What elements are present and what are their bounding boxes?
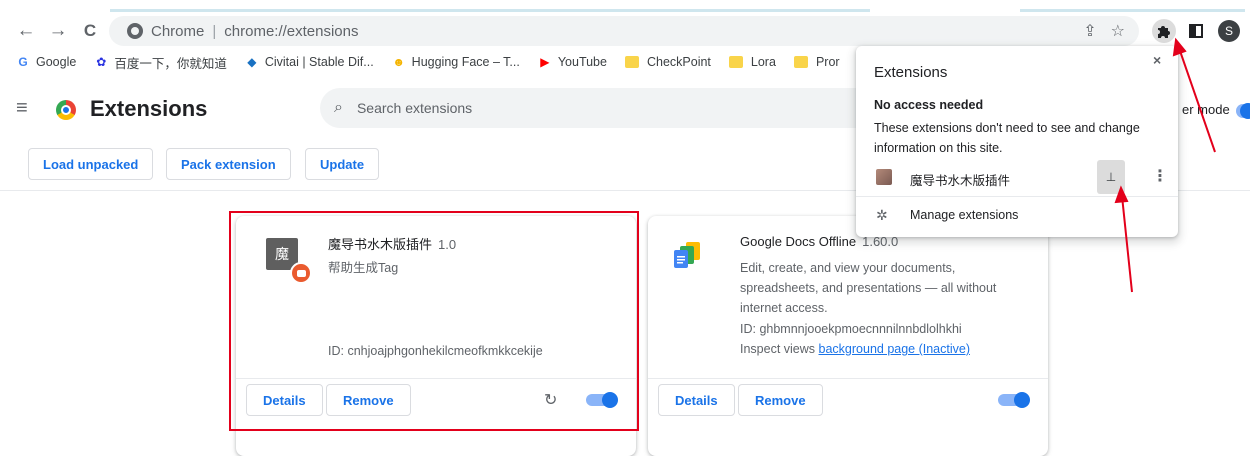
tab-indicator	[1020, 9, 1245, 12]
browser-toolbar: ← → C Chrome | chrome://extensions ⇪ ☆ S	[0, 14, 1250, 48]
tab-strip	[0, 0, 1250, 14]
extension-enabled-toggle[interactable]	[998, 392, 1030, 408]
bookmark-hugging-face[interactable]: ☻ Hugging Face – T...	[392, 55, 520, 69]
popup-divider	[856, 196, 1178, 197]
reload-button[interactable]: C	[78, 19, 102, 43]
active-tab-indicator	[110, 9, 870, 12]
page-title: Extensions	[90, 96, 208, 121]
extension-name-text: Google Docs Offline	[740, 234, 857, 249]
hugging-face-icon: ☻	[392, 55, 405, 69]
puzzle-icon	[1158, 26, 1170, 38]
extensions-puzzle-button[interactable]	[1152, 19, 1176, 43]
card-divider	[648, 378, 1048, 379]
pin-button[interactable]: ⊥	[1097, 160, 1125, 194]
chrome-site-icon	[127, 23, 143, 39]
bookmark-folder-pror[interactable]: Pror	[793, 55, 840, 69]
site-label: Chrome	[151, 22, 205, 40]
manage-extensions-item[interactable]: ✲ Manage extensions	[856, 198, 1178, 234]
extensions-popup: Extensions × No access needed These exte…	[856, 46, 1178, 237]
menu-icon[interactable]: ≡	[16, 98, 32, 118]
gear-icon: ✲	[876, 207, 888, 223]
popup-section-title: No access needed	[874, 98, 984, 112]
extension-card-google-docs-offline: Google Docs Offline 1.60.0 Edit, create, …	[648, 216, 1048, 456]
reload-icon: C	[83, 21, 97, 40]
search-extensions-box[interactable]: ⌕	[320, 88, 880, 128]
bookmark-label: Pror	[815, 55, 840, 69]
forward-button[interactable]: →	[46, 19, 70, 43]
bookmark-label: Civitai | Stable Dif...	[264, 55, 374, 69]
update-button[interactable]: Update	[305, 148, 380, 180]
omnibox-separator: |	[212, 22, 217, 40]
inspect-views-label: Inspect views	[740, 342, 816, 356]
annotation-highlight-box	[229, 211, 639, 431]
developer-mode-label: er mode	[1182, 102, 1230, 117]
remove-button[interactable]: Remove	[738, 384, 823, 416]
inspect-views: Inspect views background page (Inactive)	[740, 342, 970, 356]
pin-icon: ⊥	[1105, 170, 1117, 184]
extension-icon	[876, 169, 892, 185]
bookmark-label: Lora	[750, 55, 776, 69]
popup-title: Extensions	[874, 64, 948, 81]
popup-extension-name: 魔导书水木版插件	[910, 174, 1011, 188]
back-button[interactable]: ←	[14, 19, 38, 43]
bookmark-star-icon[interactable]: ☆	[1111, 21, 1125, 41]
url-text[interactable]: chrome://extensions	[224, 23, 358, 40]
search-input[interactable]	[356, 100, 757, 116]
bookmark-label: YouTube	[557, 55, 607, 69]
details-button[interactable]: Details	[658, 384, 735, 416]
folder-icon	[624, 56, 639, 68]
background-page-link[interactable]: background page (Inactive)	[819, 342, 970, 356]
side-panel-icon	[1189, 24, 1203, 38]
bookmark-civitai[interactable]: ◆ Civitai | Stable Dif...	[245, 55, 374, 69]
popup-extension-item[interactable]: 魔导书水木版插件 ⊥ ⋮	[856, 160, 1178, 196]
more-options-icon[interactable]: ⋮	[1152, 166, 1168, 186]
bookmark-label: CheckPoint	[646, 55, 711, 69]
side-panel-button[interactable]	[1184, 19, 1208, 43]
popup-section-description: These extensions don't need to see and c…	[874, 121, 1140, 155]
profile-avatar[interactable]: S	[1218, 20, 1240, 42]
folder-icon	[793, 56, 808, 68]
bookmark-label: Google	[36, 55, 77, 69]
load-unpacked-button[interactable]: Load unpacked	[28, 148, 154, 180]
folder-icon	[728, 56, 743, 68]
bookmark-folder-checkpoint[interactable]: CheckPoint	[624, 55, 711, 69]
address-bar[interactable]: Chrome | chrome://extensions ⇪ ☆	[109, 16, 1139, 46]
extension-id: ID: ghbmnnjooekpmoecnnnilnnbdlolhkhi	[740, 322, 962, 336]
back-arrow-icon: ←	[16, 20, 36, 41]
civitai-icon: ◆	[247, 55, 257, 69]
bookmark-youtube[interactable]: ▶ YouTube	[538, 55, 607, 69]
bookmark-google[interactable]: G Google	[16, 55, 76, 69]
baidu-icon: ✿	[96, 55, 107, 69]
forward-arrow-icon: →	[48, 20, 68, 41]
developer-mode-toggle[interactable]	[1236, 103, 1250, 119]
bookmark-baidu[interactable]: ✿ 百度一下，你就知道	[94, 53, 227, 72]
share-icon[interactable]: ⇪	[1083, 21, 1096, 41]
youtube-icon: ▶	[540, 55, 550, 69]
bookmark-folder-lora[interactable]: Lora	[728, 55, 776, 69]
manage-extensions-label: Manage extensions	[910, 208, 1019, 222]
bookmark-label: Hugging Face – T...	[411, 55, 520, 69]
bookmark-label: 百度一下，你就知道	[114, 56, 227, 71]
close-icon[interactable]: ×	[1153, 52, 1161, 68]
pack-extension-button[interactable]: Pack extension	[166, 148, 291, 180]
search-icon: ⌕	[334, 99, 343, 116]
google-icon: G	[18, 55, 28, 69]
extension-description: Edit, create, and view your documents, s…	[740, 261, 997, 315]
google-docs-icon	[674, 242, 700, 268]
chrome-logo-icon	[56, 100, 76, 120]
